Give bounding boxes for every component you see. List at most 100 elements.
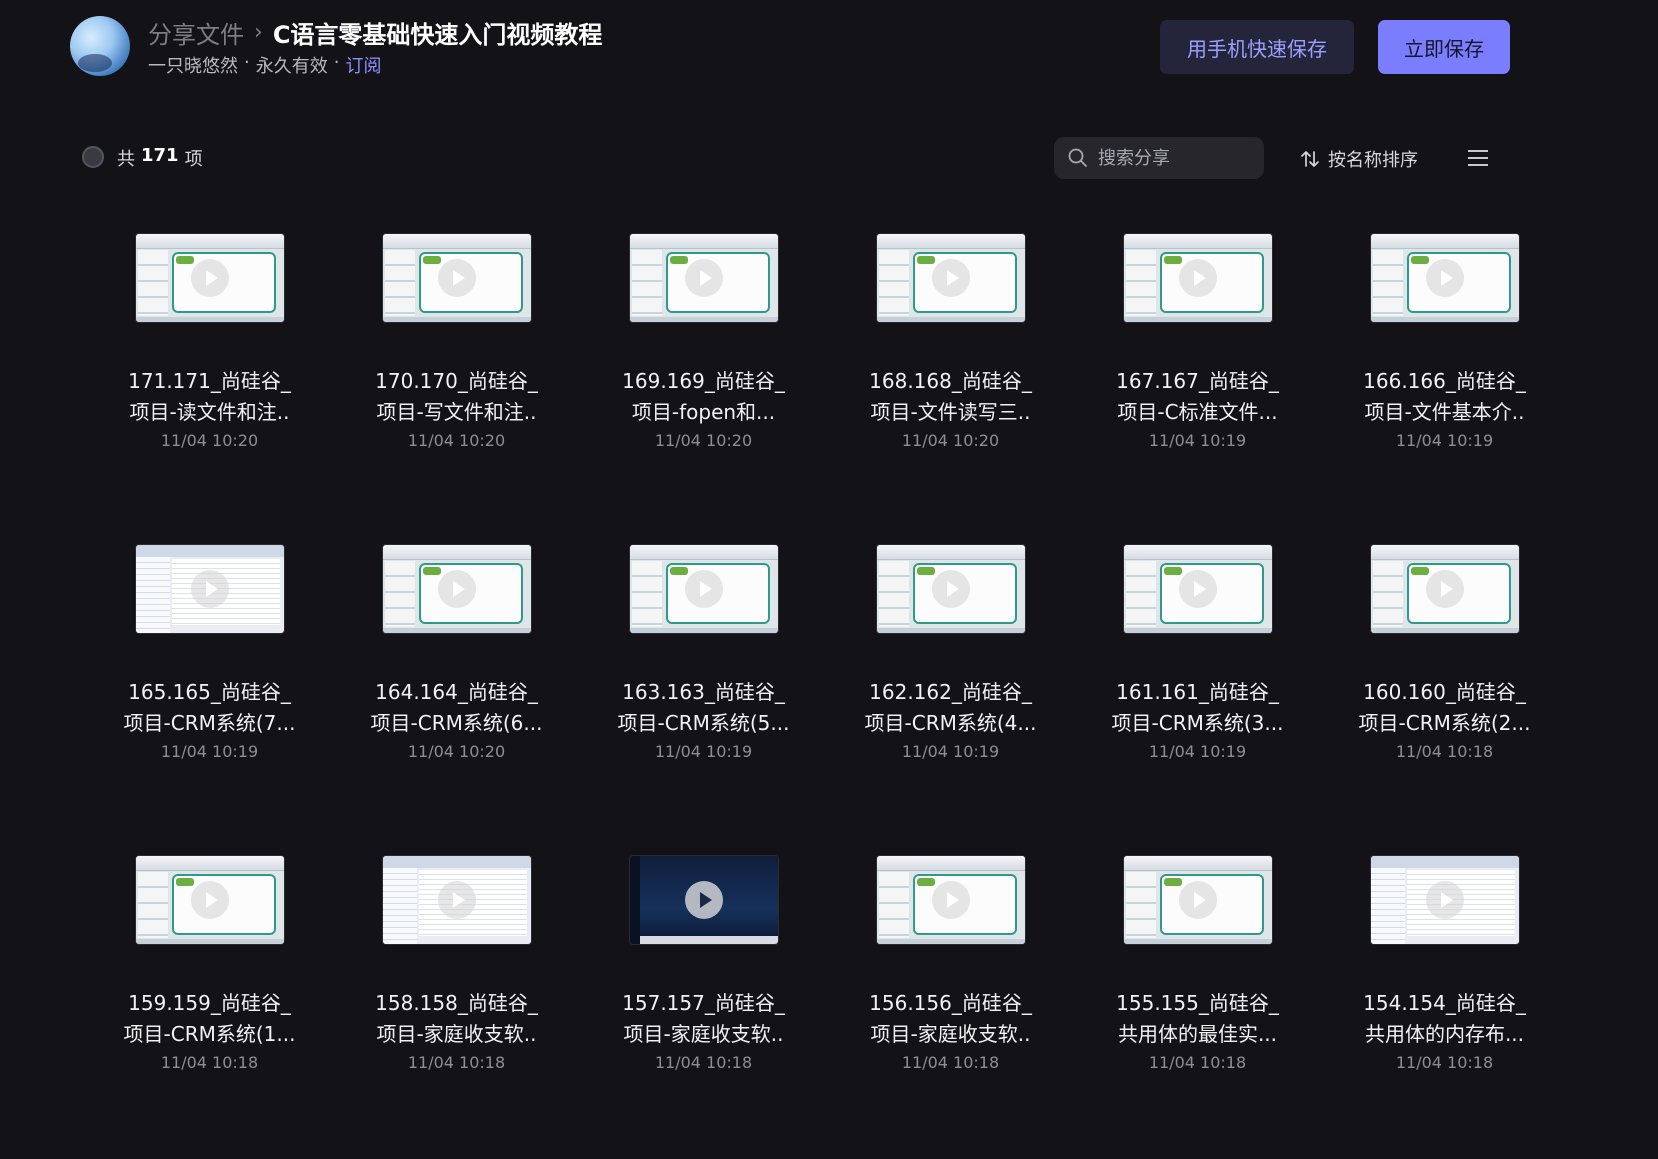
file-name-line1: 169.169_尚硅谷_	[622, 369, 785, 393]
file-name-line1: 165.165_尚硅谷_	[128, 680, 291, 704]
file-tile[interactable]: 169.169_尚硅谷_ 项目-fopen和... 11/04 10:20	[580, 226, 827, 537]
file-name-line2: 项目-CRM系统(1...	[123, 1022, 296, 1046]
file-name[interactable]: 165.165_尚硅谷_ 项目-CRM系统(7...	[121, 677, 299, 739]
play-icon[interactable]	[1425, 881, 1464, 919]
file-name[interactable]: 171.171_尚硅谷_ 项目-读文件和注..	[121, 366, 299, 428]
breadcrumb-parent-link[interactable]: 分享文件	[148, 15, 244, 50]
file-name[interactable]: 158.158_尚硅谷_ 项目-家庭收支软..	[368, 988, 546, 1050]
file-name[interactable]: 168.168_尚硅谷_ 项目-文件读写三..	[862, 366, 1040, 428]
file-name[interactable]: 154.154_尚硅谷_ 共用体的内存布...	[1356, 988, 1534, 1050]
file-name[interactable]: 163.163_尚硅谷_ 项目-CRM系统(5...	[615, 677, 793, 739]
file-date: 11/04 10:18	[160, 1053, 259, 1072]
play-icon[interactable]	[1178, 881, 1217, 919]
file-tile[interactable]: 159.159_尚硅谷_ 项目-CRM系统(1... 11/04 10:18	[86, 848, 333, 1159]
video-thumbnail[interactable]	[876, 856, 1025, 944]
file-name[interactable]: 169.169_尚硅谷_ 项目-fopen和...	[615, 366, 793, 428]
video-thumbnail[interactable]	[382, 545, 531, 633]
file-name[interactable]: 156.156_尚硅谷_ 项目-家庭收支软..	[862, 988, 1040, 1050]
file-tile[interactable]: 158.158_尚硅谷_ 项目-家庭收支软.. 11/04 10:18	[333, 848, 580, 1159]
file-tile[interactable]: 156.156_尚硅谷_ 项目-家庭收支软.. 11/04 10:18	[827, 848, 1074, 1159]
video-thumbnail[interactable]	[382, 856, 531, 944]
play-icon[interactable]	[437, 881, 476, 919]
owner-name[interactable]: 一只晓悠然	[148, 52, 238, 78]
file-tile[interactable]: 165.165_尚硅谷_ 项目-CRM系统(7... 11/04 10:19	[86, 537, 333, 848]
file-name-line1: 155.155_尚硅谷_	[1116, 991, 1279, 1015]
file-tile[interactable]: 164.164_尚硅谷_ 项目-CRM系统(6... 11/04 10:20	[333, 537, 580, 848]
file-tile[interactable]: 170.170_尚硅谷_ 项目-写文件和注.. 11/04 10:20	[333, 226, 580, 537]
file-name[interactable]: 161.161_尚硅谷_ 项目-CRM系统(3...	[1109, 677, 1287, 739]
count-suffix: 项	[184, 149, 203, 170]
file-name-line1: 158.158_尚硅谷_	[375, 991, 538, 1015]
play-icon[interactable]	[1425, 259, 1464, 297]
file-tile[interactable]: 160.160_尚硅谷_ 项目-CRM系统(2... 11/04 10:18	[1321, 537, 1568, 848]
file-tile[interactable]: 163.163_尚硅谷_ 项目-CRM系统(5... 11/04 10:19	[580, 537, 827, 848]
play-icon[interactable]	[684, 259, 723, 297]
play-icon[interactable]	[684, 570, 723, 608]
play-icon[interactable]	[1178, 570, 1217, 608]
file-name[interactable]: 160.160_尚硅谷_ 项目-CRM系统(2...	[1356, 677, 1534, 739]
video-thumbnail[interactable]	[382, 234, 531, 322]
video-thumbnail[interactable]	[135, 234, 284, 322]
file-tile[interactable]: 161.161_尚硅谷_ 项目-CRM系统(3... 11/04 10:19	[1074, 537, 1321, 848]
subscribe-link[interactable]: 订阅	[345, 52, 381, 78]
file-tile[interactable]: 167.167_尚硅谷_ 项目-C标准文件... 11/04 10:19	[1074, 226, 1321, 537]
file-name-line1: 160.160_尚硅谷_	[1363, 680, 1526, 704]
play-icon[interactable]	[437, 570, 476, 608]
play-icon[interactable]	[931, 881, 970, 919]
file-tile[interactable]: 162.162_尚硅谷_ 项目-CRM系统(4... 11/04 10:19	[827, 537, 1074, 848]
file-tile[interactable]: 154.154_尚硅谷_ 共用体的内存布... 11/04 10:18	[1321, 848, 1568, 1159]
video-thumbnail[interactable]	[135, 545, 284, 633]
play-icon[interactable]	[684, 881, 723, 919]
play-icon[interactable]	[1425, 570, 1464, 608]
play-icon[interactable]	[931, 570, 970, 608]
search-input[interactable]	[1098, 147, 1248, 169]
video-thumbnail[interactable]	[1123, 856, 1272, 944]
video-thumbnail[interactable]	[1123, 545, 1272, 633]
file-name[interactable]: 157.157_尚硅谷_ 项目-家庭收支软..	[615, 988, 793, 1050]
file-date: 11/04 10:18	[1148, 1053, 1247, 1072]
save-now-button[interactable]: 立即保存	[1378, 20, 1510, 74]
file-name-line2: 项目-CRM系统(4...	[864, 711, 1037, 735]
file-name[interactable]: 155.155_尚硅谷_ 共用体的最佳实...	[1109, 988, 1287, 1050]
list-view-icon[interactable]	[1466, 148, 1490, 168]
play-icon[interactable]	[190, 570, 229, 608]
save-by-phone-button[interactable]: 用手机快速保存	[1160, 20, 1354, 74]
file-tile[interactable]: 157.157_尚硅谷_ 项目-家庭收支软.. 11/04 10:18	[580, 848, 827, 1159]
video-thumbnail[interactable]	[135, 856, 284, 944]
play-icon[interactable]	[190, 881, 229, 919]
file-tile[interactable]: 166.166_尚硅谷_ 项目-文件基本介.. 11/04 10:19	[1321, 226, 1568, 537]
file-name[interactable]: 166.166_尚硅谷_ 项目-文件基本介..	[1356, 366, 1534, 428]
file-tile[interactable]: 168.168_尚硅谷_ 项目-文件读写三.. 11/04 10:20	[827, 226, 1074, 537]
file-name[interactable]: 170.170_尚硅谷_ 项目-写文件和注..	[368, 366, 546, 428]
video-thumbnail[interactable]	[629, 856, 778, 944]
sort-button[interactable]: 按名称排序	[1300, 146, 1418, 172]
file-name-line1: 156.156_尚硅谷_	[869, 991, 1032, 1015]
video-thumbnail[interactable]	[876, 545, 1025, 633]
file-name-line1: 164.164_尚硅谷_	[375, 680, 538, 704]
file-name[interactable]: 159.159_尚硅谷_ 项目-CRM系统(1...	[121, 988, 299, 1050]
file-name[interactable]: 164.164_尚硅谷_ 项目-CRM系统(6...	[368, 677, 546, 739]
select-all-checkbox[interactable]	[82, 146, 104, 168]
file-date: 11/04 10:19	[1148, 742, 1247, 761]
video-thumbnail[interactable]	[1370, 234, 1519, 322]
file-name[interactable]: 167.167_尚硅谷_ 项目-C标准文件...	[1109, 366, 1287, 428]
play-icon[interactable]	[1178, 259, 1217, 297]
video-thumbnail[interactable]	[1123, 234, 1272, 322]
file-tile[interactable]: 155.155_尚硅谷_ 共用体的最佳实... 11/04 10:18	[1074, 848, 1321, 1159]
avatar[interactable]	[70, 16, 130, 76]
file-name-line1: 171.171_尚硅谷_	[128, 369, 291, 393]
search-box[interactable]	[1054, 137, 1264, 179]
file-date: 11/04 10:19	[901, 742, 1000, 761]
video-thumbnail[interactable]	[876, 234, 1025, 322]
video-thumbnail[interactable]	[1370, 856, 1519, 944]
sort-label: 按名称排序	[1328, 150, 1418, 171]
video-thumbnail[interactable]	[629, 545, 778, 633]
play-icon[interactable]	[437, 259, 476, 297]
video-thumbnail[interactable]	[1370, 545, 1519, 633]
file-tile[interactable]: 171.171_尚硅谷_ 项目-读文件和注.. 11/04 10:20	[86, 226, 333, 537]
file-name[interactable]: 162.162_尚硅谷_ 项目-CRM系统(4...	[862, 677, 1040, 739]
file-name-line2: 项目-CRM系统(2...	[1358, 711, 1531, 735]
video-thumbnail[interactable]	[629, 234, 778, 322]
play-icon[interactable]	[190, 259, 229, 297]
play-icon[interactable]	[931, 259, 970, 297]
